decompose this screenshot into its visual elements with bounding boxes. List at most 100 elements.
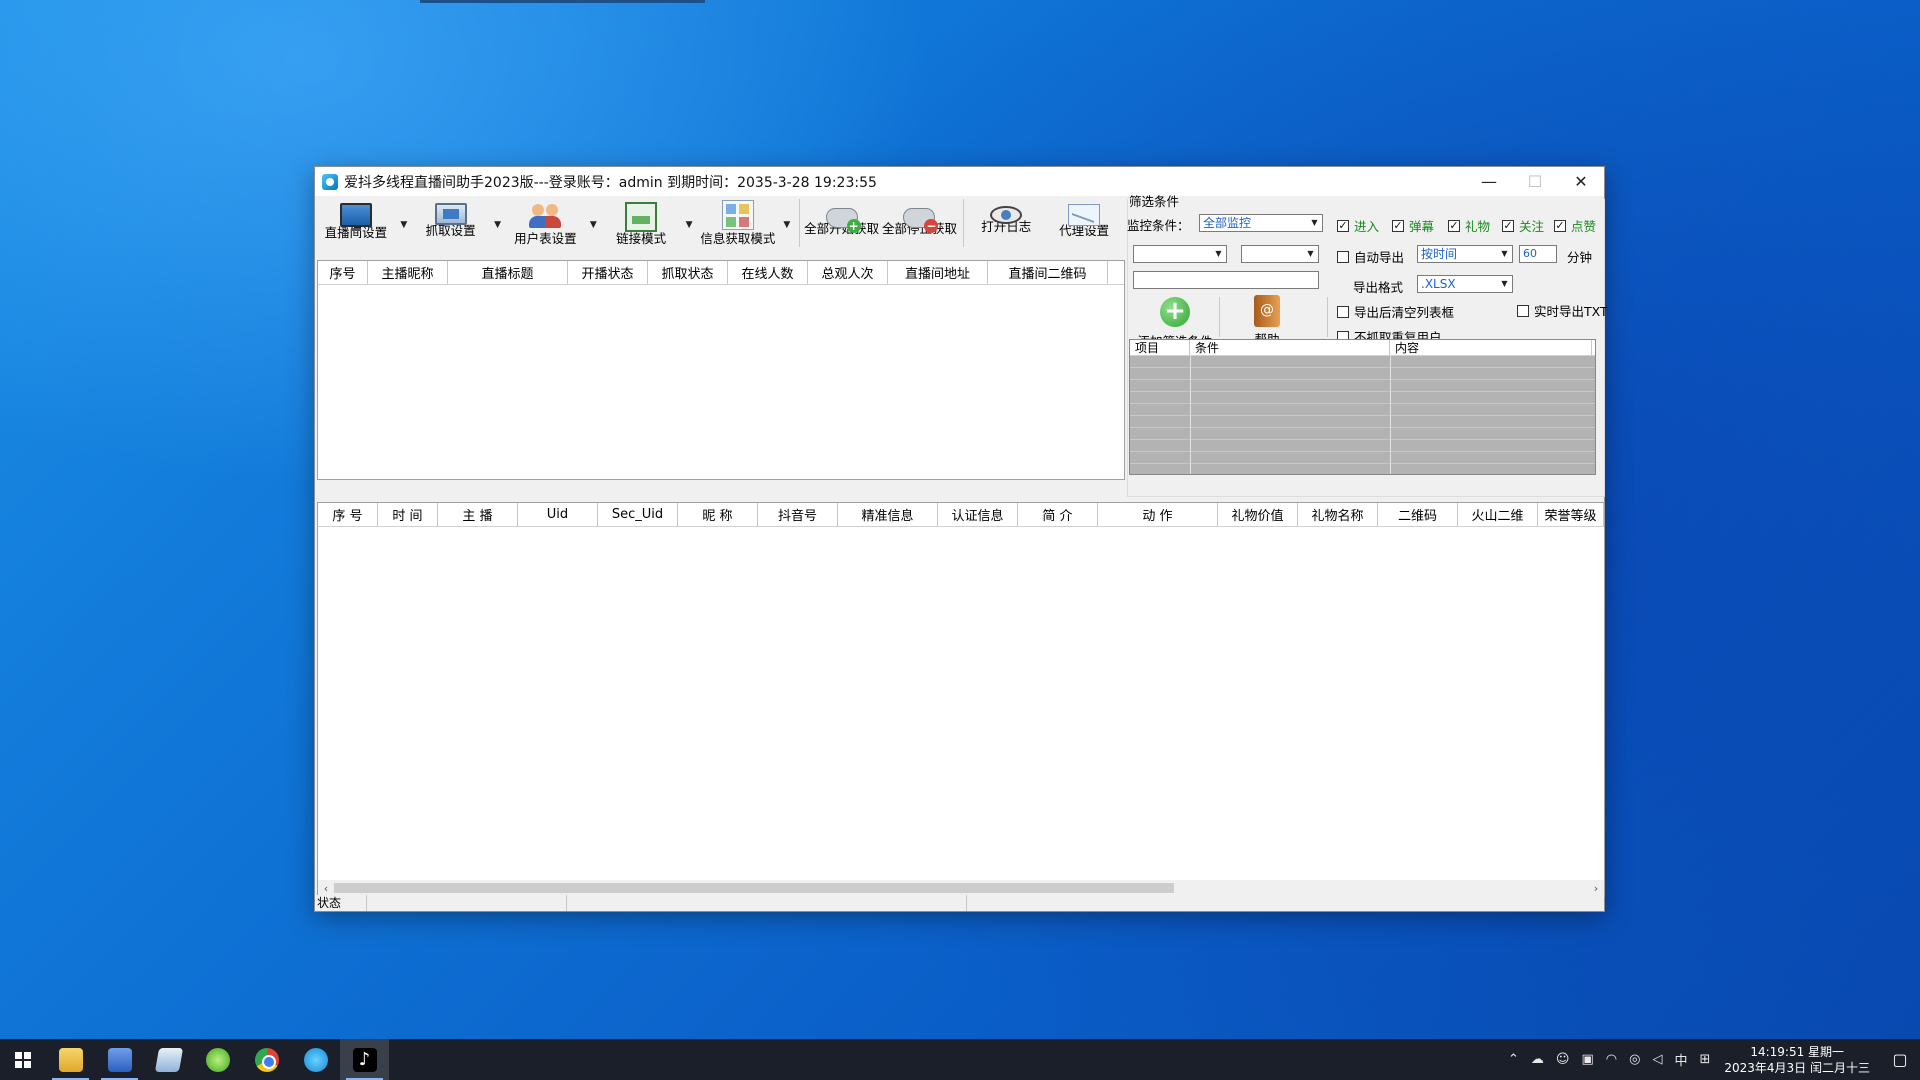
export-format-select[interactable]: .XLSX ▼ (1417, 275, 1513, 293)
clock[interactable]: 14:19:51 星期一 2023年4月3日 闰二月十三 (1724, 1044, 1870, 1076)
scroll-left-icon[interactable]: ‹ (318, 882, 334, 895)
checkbox-icon (1517, 304, 1529, 317)
scroll-right-icon[interactable]: › (1588, 882, 1604, 895)
filter-item-select[interactable]: ▼ (1133, 245, 1227, 263)
start-button[interactable] (0, 1039, 46, 1080)
check-like[interactable]: ✓ 点赞 (1554, 216, 1596, 235)
column-header[interactable]: 二维码 (1378, 503, 1458, 526)
column-header[interactable]: 开播状态 (568, 261, 648, 284)
column-header[interactable]: 简 介 (1018, 503, 1098, 526)
auto-export-mode-select[interactable]: 按时间 ▼ (1417, 245, 1513, 263)
column-header[interactable]: 认证信息 (938, 503, 1018, 526)
column-header[interactable]: 直播标题 (448, 261, 568, 284)
column-header[interactable]: 序 号 (318, 503, 378, 526)
condition-rows (1130, 356, 1595, 474)
export-format-label: 导出格式 (1353, 280, 1404, 295)
user-table-settings-dropdown[interactable]: ▼ (585, 197, 601, 249)
column-header[interactable]: 荣誉等级 (1538, 503, 1604, 526)
status-label: 状态 (315, 895, 367, 911)
proxy-settings-button[interactable]: 代理设置 (1044, 197, 1124, 249)
check-danmaku[interactable]: ✓ 弹幕 (1392, 216, 1434, 235)
filter-content-input[interactable] (1133, 271, 1319, 289)
network-icon[interactable]: ◠ (1606, 1052, 1617, 1067)
stop-all-button[interactable]: 全部停止获取 (880, 197, 960, 249)
column-header[interactable]: Uid (518, 503, 598, 526)
capture-settings-button[interactable]: 抓取设置 (412, 197, 490, 249)
column-header[interactable]: 在线人数 (728, 261, 808, 284)
checkbox-icon: ✓ (1337, 218, 1349, 232)
column-header[interactable]: 条件 (1190, 340, 1390, 355)
room-settings-dropdown[interactable]: ▼ (396, 197, 412, 249)
user-list-table[interactable]: 序 号 时 间 主 播 Uid Sec_Uid 昵 称 抖音号 精准信息 认证信… (317, 502, 1605, 897)
chevron-down-icon: ▼ (1497, 246, 1512, 262)
check-realtime-txt[interactable]: 实时导出TXT (1517, 301, 1608, 320)
export-interval-input[interactable]: 60 (1519, 245, 1557, 263)
status-cell (567, 895, 967, 911)
column-header[interactable]: 动 作 (1098, 503, 1218, 526)
keyboard-grid-icon[interactable]: ⊞ (1699, 1052, 1710, 1067)
checkbox-icon: ✓ (1392, 218, 1404, 232)
volume-icon[interactable]: ◁ (1652, 1052, 1662, 1067)
column-header[interactable]: 项目 (1130, 340, 1190, 355)
column-header[interactable]: 精准信息 (838, 503, 938, 526)
grid-icon (721, 200, 754, 230)
ime-indicator[interactable]: 中 (1674, 1050, 1687, 1069)
room-settings-button[interactable]: 直播间设置 (316, 197, 396, 249)
check-follow[interactable]: ✓ 关注 (1502, 216, 1544, 235)
column-header[interactable]: 礼物名称 (1298, 503, 1378, 526)
capture-settings-dropdown[interactable]: ▼ (490, 197, 506, 249)
scroll-track[interactable] (334, 882, 1588, 894)
taskbar-blue-app[interactable] (291, 1039, 340, 1080)
column-header[interactable]: 序号 (318, 261, 368, 284)
column-header[interactable]: 直播间二维码 (988, 261, 1108, 284)
monitor-condition-select[interactable]: 全部监控 ▼ (1199, 214, 1323, 232)
column-header[interactable]: 直播间地址 (888, 261, 988, 284)
gamepad-start-icon (825, 208, 861, 233)
info-mode-button[interactable]: 信息获取模式 (697, 197, 779, 249)
check-clear-after-export[interactable]: 导出后清空列表框 (1337, 302, 1454, 321)
scroll-thumb[interactable] (334, 883, 1174, 893)
filter-condition-table[interactable]: 项目 条件 内容 (1129, 339, 1596, 475)
chevron-up-icon[interactable]: ⌃ (1508, 1052, 1519, 1067)
info-mode-dropdown[interactable]: ▼ (779, 197, 795, 249)
user-table-settings-button[interactable]: 用户表设置 (506, 197, 586, 249)
open-log-button[interactable]: 打开日志 (968, 197, 1044, 249)
link-mode-button[interactable]: 链接模式 (601, 197, 681, 249)
column-header[interactable]: 礼物价值 (1218, 503, 1298, 526)
notepad-icon (154, 1047, 183, 1072)
taskbar-green-browser[interactable] (193, 1039, 242, 1080)
check-gift[interactable]: ✓ 礼物 (1448, 216, 1490, 235)
column-header[interactable]: 昵 称 (678, 503, 758, 526)
column-header[interactable]: 内容 (1390, 340, 1592, 355)
file-explorer-icon (58, 1047, 83, 1072)
shield-icon[interactable]: ▣ (1581, 1052, 1593, 1067)
filter-condition-select[interactable]: ▼ (1241, 245, 1319, 263)
column-header[interactable]: 总观人次 (808, 261, 888, 284)
column-header[interactable]: 主播昵称 (368, 261, 448, 284)
column-header[interactable]: Sec_Uid (598, 503, 678, 526)
room-list-table[interactable]: 序号 主播昵称 直播标题 开播状态 抓取状态 在线人数 总观人次 直播间地址 直… (317, 260, 1125, 480)
checkbox-icon: ✓ (1502, 218, 1514, 232)
cloud-icon[interactable]: ☁ (1531, 1052, 1544, 1067)
column-header[interactable]: 时 间 (378, 503, 438, 526)
column-header[interactable]: 主 播 (438, 503, 518, 526)
taskbar-this-pc[interactable] (95, 1039, 144, 1080)
person-icon[interactable]: ☺ (1556, 1052, 1570, 1067)
taskbar-file-explorer[interactable] (46, 1039, 95, 1080)
check-auto-export[interactable]: 自动导出 (1337, 247, 1404, 266)
taskbar-tiktok[interactable]: ♪ (340, 1039, 389, 1080)
taskbar-notepad[interactable] (144, 1039, 193, 1080)
room-list-header: 序号 主播昵称 直播标题 开播状态 抓取状态 在线人数 总观人次 直播间地址 直… (318, 261, 1124, 285)
horizontal-scrollbar[interactable]: ‹ › (318, 880, 1604, 896)
column-header[interactable]: 抓取状态 (648, 261, 728, 284)
taskbar-chrome[interactable] (242, 1039, 291, 1080)
notification-icon[interactable]: ▢ (1880, 1039, 1920, 1080)
check-enter[interactable]: ✓ 进入 (1337, 216, 1379, 235)
circle-icon[interactable]: ◎ (1629, 1052, 1640, 1067)
blue-app-icon (303, 1047, 328, 1072)
chevron-down-icon: ▼ (1211, 246, 1226, 262)
start-all-button[interactable]: 全部开始获取 (804, 197, 880, 249)
link-mode-dropdown[interactable]: ▼ (681, 197, 697, 249)
column-header[interactable]: 火山二维 (1458, 503, 1538, 526)
column-header[interactable]: 抖音号 (758, 503, 838, 526)
